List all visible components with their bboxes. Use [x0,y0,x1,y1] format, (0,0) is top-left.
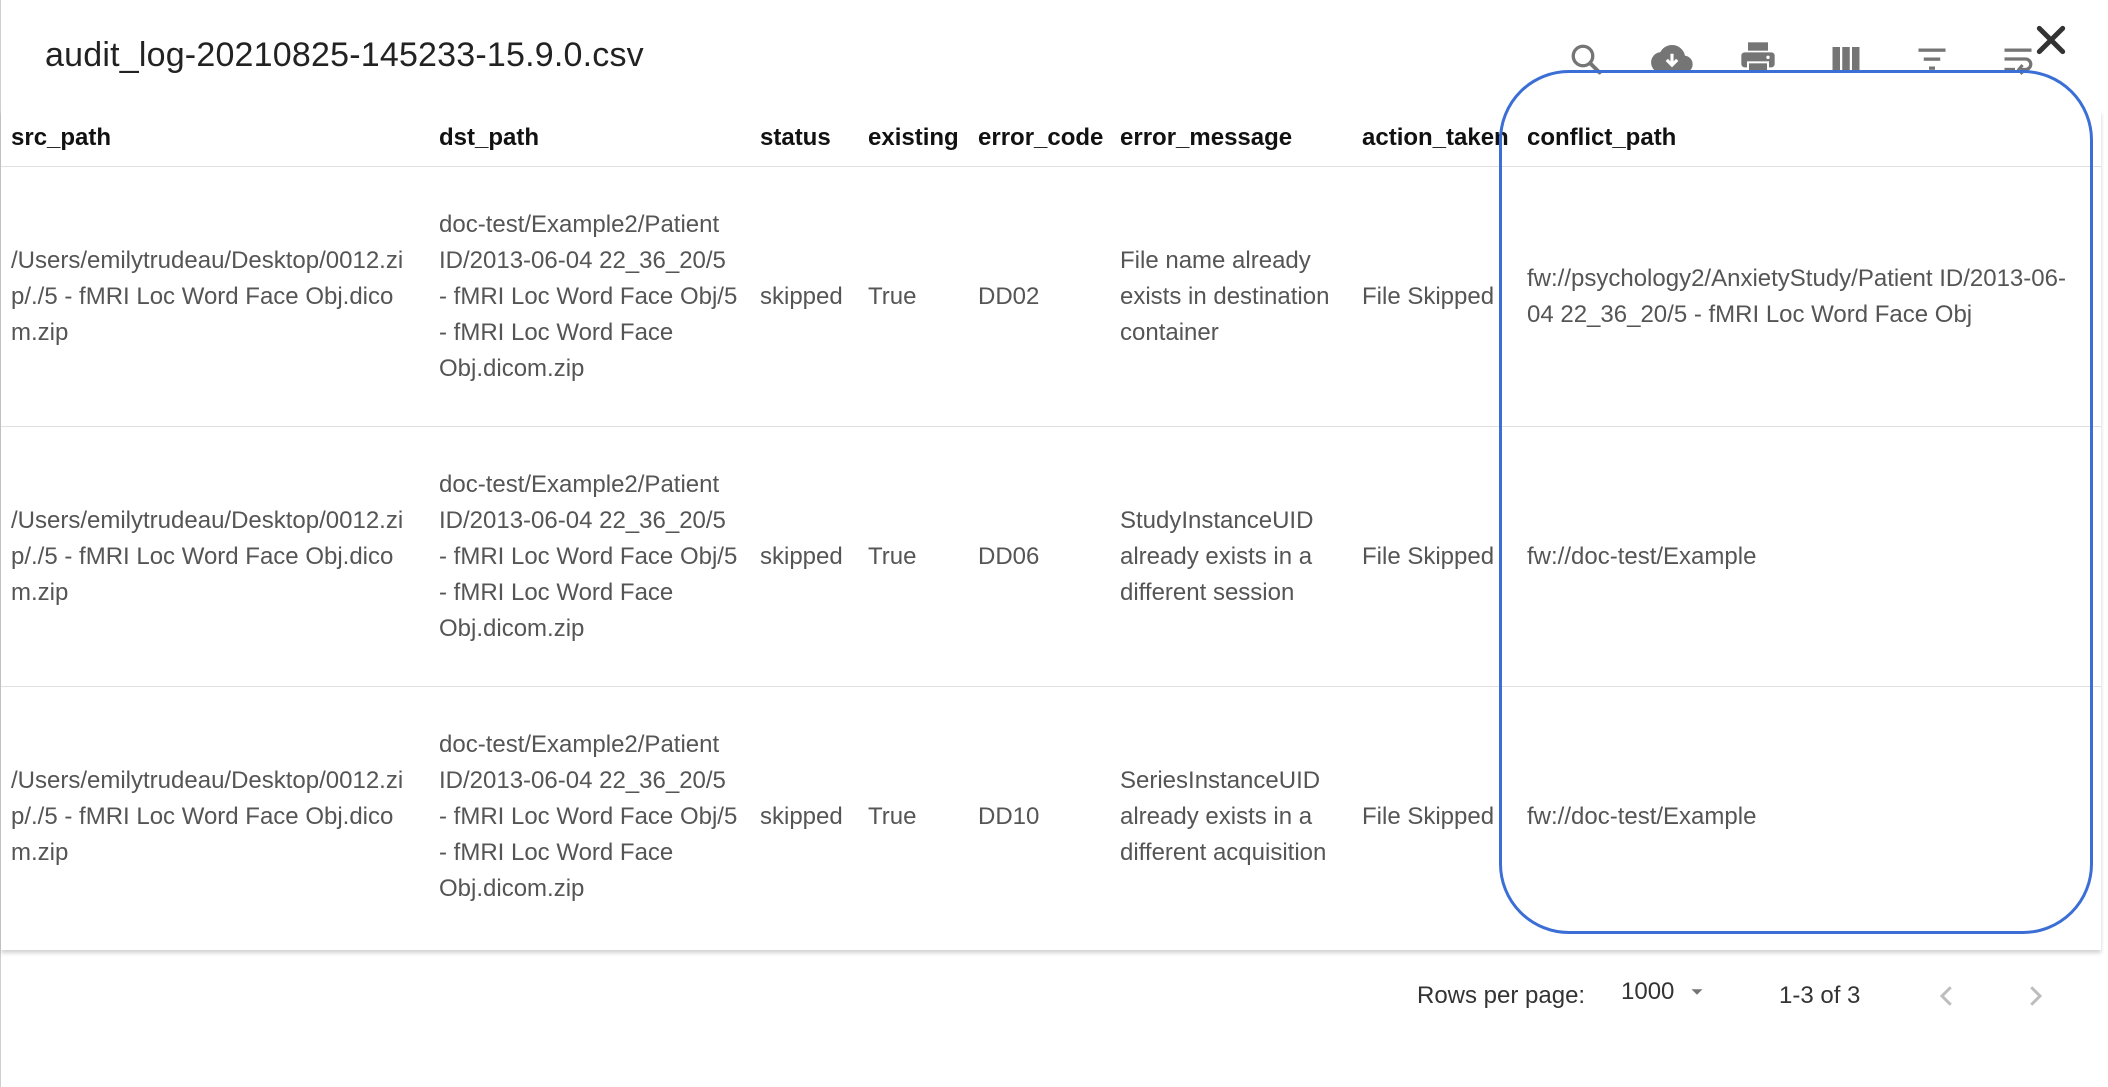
cell-status: skipped [750,426,858,687]
cloud-download-icon[interactable] [1651,38,1693,80]
cell-action-taken: File Skipped [1362,802,1495,830]
table-header-row: src_path dst_path status existing error_… [1,110,2101,167]
cell-action-taken: File Skipped [1352,166,1517,427]
caret-down-icon [1691,989,1703,995]
next-page-button[interactable] [2015,976,2055,1016]
cell-existing: True [858,166,968,427]
chevron-right-icon [2030,986,2043,1006]
cell-error-code: DD02 [968,166,1110,427]
search-icon[interactable] [1565,38,1607,80]
column-header-dst-path[interactable]: dst_path [429,110,750,167]
column-header-error-message[interactable]: error_message [1110,110,1352,167]
cell-error-message: File name already exists in destination … [1110,166,1352,427]
cell-conflict-path: fw://doc-test/Example [1527,802,1757,830]
print-icon[interactable] [1737,38,1779,80]
audit-table: src_path dst_path status existing error_… [1,110,2101,950]
page-range-info: 1-3 of 3 [1779,982,1861,1009]
rows-per-page-value: 1000 [1621,978,1675,1005]
cell-status: skipped [760,802,843,830]
cell-status: skipped [750,166,858,427]
cell-conflict-path: fw://psychology2/AnxietyStudy/Patient ID… [1517,166,2101,427]
column-header-existing[interactable]: existing [858,110,968,167]
cell-dst-path: doc-test/Example2/Patient ID/2013-06-04 … [429,426,750,687]
cell-dst-path: doc-test/Example2/Patient ID/2013-06-04 … [439,730,738,902]
table-row: /Users/emilytrudeau/Desktop/0012.zip/./5… [1,687,2101,947]
chevron-left-icon [1939,986,1952,1006]
table-row: /Users/emilytrudeau/Desktop/0012.zip/./5… [1,426,2101,687]
cell-existing: True [858,426,968,687]
cell-error-message: SeriesInstanceUID already exists in a di… [1120,766,1327,866]
rows-per-page-label: Rows per page: [1417,982,1586,1009]
filter-icon[interactable] [1911,38,1953,80]
cell-error-code: DD06 [968,426,1110,687]
column-header-action-taken[interactable]: action_taken [1352,110,1517,167]
close-icon[interactable] [2031,20,2071,60]
column-header-status[interactable]: status [750,110,858,167]
table-row: /Users/emilytrudeau/Desktop/0012.zip/./5… [1,166,2101,427]
column-header-conflict-path[interactable]: conflict_path [1517,110,2101,167]
cell-src-path: /Users/emilytrudeau/Desktop/0012.zip/./5… [11,766,404,866]
csv-viewer-dialog: audit_log-20210825-145233-15.9.0.csv src… [0,0,2108,1087]
column-header-src-path[interactable]: src_path [1,110,429,167]
cell-error-message: StudyInstanceUID already exists in a dif… [1110,426,1352,687]
rows-per-page-select[interactable]: 1000 [1621,978,1708,1006]
pagination-bar: Rows per page: 1000 1-3 of 3 [1,970,2108,1020]
cell-error-code: DD10 [978,802,1040,830]
cell-conflict-path: fw://doc-test/Example [1517,426,2101,687]
view-column-icon[interactable] [1825,38,1867,80]
dialog-title: audit_log-20210825-145233-15.9.0.csv [45,36,644,74]
cell-src-path: /Users/emilytrudeau/Desktop/0012.zip/./5… [1,166,429,427]
cell-existing: True [868,802,917,830]
cell-src-path: /Users/emilytrudeau/Desktop/0012.zip/./5… [1,426,429,687]
cell-dst-path: doc-test/Example2/Patient ID/2013-06-04 … [429,166,750,427]
cell-action-taken: File Skipped [1352,426,1517,687]
column-header-error-code[interactable]: error_code [968,110,1110,167]
previous-page-button[interactable] [1927,976,1967,1016]
